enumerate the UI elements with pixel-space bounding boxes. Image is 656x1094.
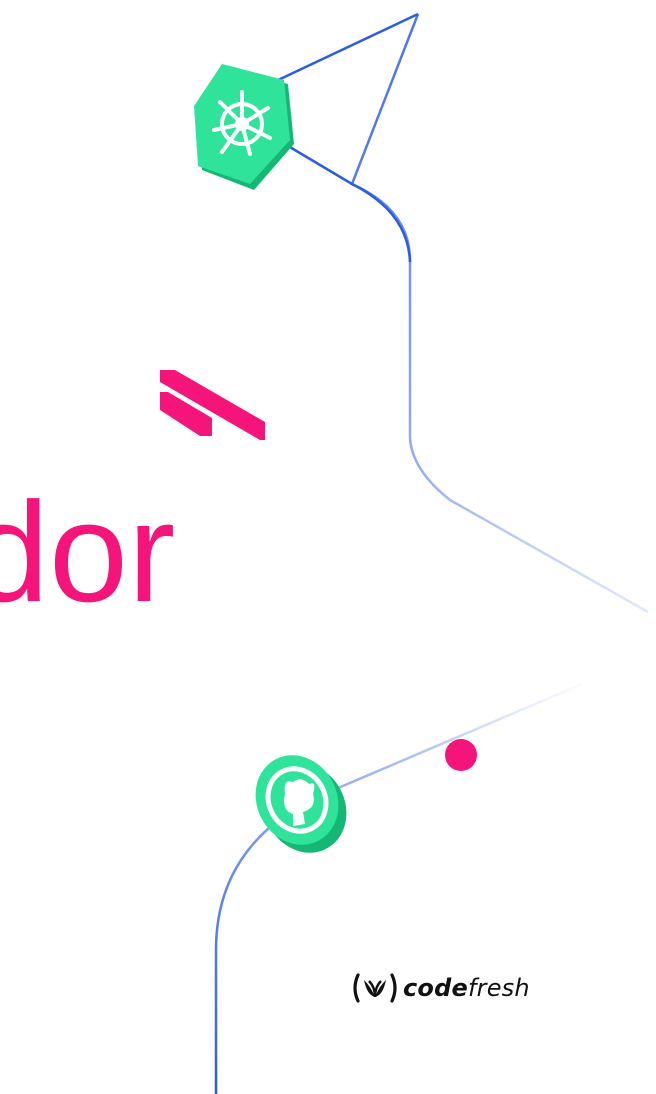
headline-text: dor	[0, 473, 176, 632]
wordmark-light: fresh	[467, 974, 530, 1002]
github-octocat-icon	[255, 755, 347, 853]
wordmark-bold: code	[403, 974, 468, 1002]
pink-node-dot-icon	[445, 739, 477, 771]
upper-connector-line-mid	[277, 138, 412, 263]
illustration-canvas: dor codefresh	[0, 0, 656, 1094]
codefresh-wordmark: codefresh	[403, 976, 530, 1000]
upper-connector-line	[350, 13, 649, 614]
codefresh-leaf-logo-icon	[352, 973, 398, 1003]
pink-double-slash-icon	[160, 370, 265, 440]
kubernetes-helm-icon	[194, 64, 294, 190]
codefresh-logo[interactable]: codefresh	[352, 963, 530, 1013]
lower-connector-line	[214, 682, 583, 1094]
